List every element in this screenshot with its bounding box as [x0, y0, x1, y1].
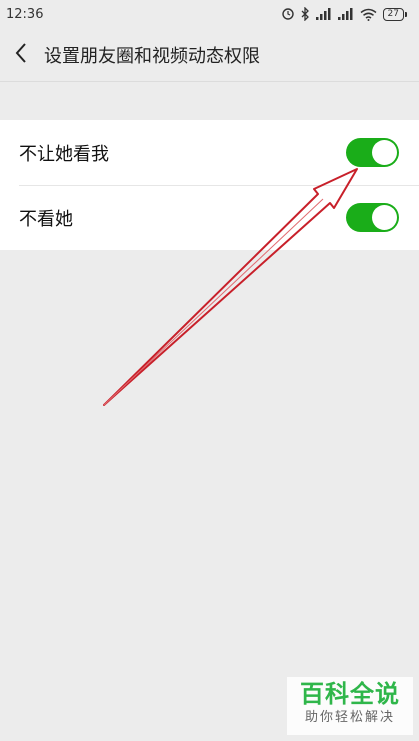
chevron-left-icon	[14, 42, 28, 68]
status-icons: 27	[281, 7, 407, 21]
battery-icon: 27	[382, 7, 407, 21]
status-time: 12:36	[6, 6, 44, 22]
signal-icon	[315, 8, 332, 20]
setting-label: 不看她	[19, 208, 73, 230]
watermark-subtitle: 助你轻松解决	[304, 710, 395, 725]
hide-moments-toggle[interactable]	[346, 138, 399, 167]
settings-list: 不让她看我 不看她	[0, 120, 419, 250]
battery-level: 27	[382, 7, 404, 21]
setting-row-hide-moments-from-her[interactable]: 不让她看我	[0, 120, 419, 185]
signal-icon	[337, 8, 354, 20]
watermark: 百科全说 助你轻松解决	[287, 677, 413, 735]
title-bar: 设置朋友圈和视频动态权限	[0, 28, 419, 82]
annotation-arrow	[103, 168, 358, 406]
page-title: 设置朋友圈和视频动态权限	[44, 45, 260, 67]
screen: 12:36 27 设置朋友圈和视频动态权限 不让她看我 不看她 百科全说 助你轻…	[0, 0, 419, 741]
setting-label: 不让她看我	[19, 143, 109, 165]
setting-row-dont-view-her[interactable]: 不看她	[0, 185, 419, 250]
back-button[interactable]	[0, 28, 42, 82]
toggle-knob	[372, 140, 397, 165]
dont-view-toggle[interactable]	[346, 203, 399, 232]
toggle-knob	[372, 205, 397, 230]
watermark-title: 百科全说	[300, 680, 400, 708]
bluetooth-icon	[301, 7, 310, 21]
wifi-icon	[360, 8, 377, 21]
status-bar: 12:36 27	[0, 0, 419, 28]
alarm-icon	[281, 7, 295, 21]
